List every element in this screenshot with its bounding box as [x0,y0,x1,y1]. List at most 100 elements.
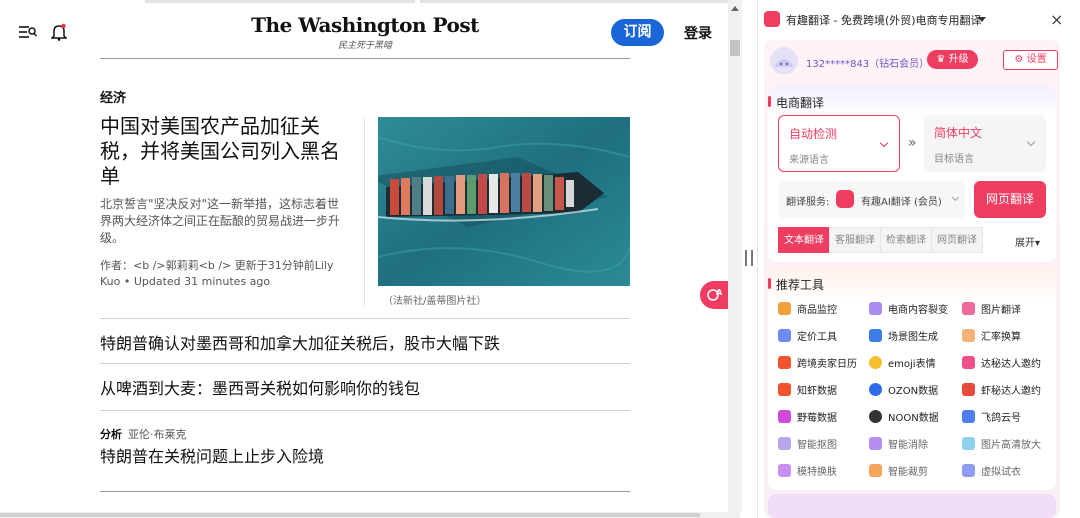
image-upscale-icon [962,436,975,450]
scroll-up-arrow-icon[interactable] [731,6,739,11]
target-language-label: 目标语言 [934,154,974,165]
tool-label: 定价工具 [797,331,837,343]
login-link[interactable]: 登录 [684,23,712,43]
tool-feige-cloud[interactable]: 飞鸽云号 [962,408,1021,424]
header-divider [100,58,630,59]
tool-scene-image[interactable]: 场景图生成 [869,327,938,343]
influencer-invite-icon [962,355,975,369]
tool-label: 智能消除 [888,439,928,451]
tool-label: 智能抠图 [797,439,837,451]
sections-menu-icon[interactable] [19,24,37,40]
tool-product-monitor[interactable]: 商品监控 [778,300,837,316]
user-account-id: 132*****843（钻石会员） [806,59,930,70]
smart-cutout-icon [778,436,791,450]
headline-stock-market[interactable]: 特朗普确认对墨西哥和加拿大加征关税后，股市大幅下跌 [100,330,500,354]
tool-model-skin[interactable]: 模特换肤 [778,462,837,478]
tool-image-upscale[interactable]: 图片高清放大 [962,435,1041,451]
tool-yemei-data[interactable]: 野莓数据 [778,408,837,424]
lead-image[interactable] [378,117,630,286]
headline-tariff-analysis[interactable]: 特朗普在关税问题上止步入险境 [100,443,324,467]
tool-smart-erase[interactable]: 智能消除 [869,435,928,451]
page-translate-button[interactable]: 网页翻译 [974,181,1046,218]
tool-xiami-influencer[interactable]: 虾秘达人邀约 [962,381,1041,397]
tool-label: 野莓数据 [797,412,837,424]
avatar[interactable] [770,47,798,75]
close-icon[interactable]: × [1050,10,1063,29]
virtual-tryon-icon [962,463,975,477]
analysis-author[interactable]: 亚伦·布莱克 [128,428,187,441]
ozon-data-icon [869,382,882,396]
service-label: 翻译服务: [786,197,830,208]
tool-image-translate[interactable]: 图片翻译 [962,300,1021,316]
page-scrollbar[interactable] [728,0,742,512]
tool-label: 场景图生成 [888,331,938,343]
tab-search-translate[interactable]: 检索翻译 [880,227,932,253]
chevron-down-icon[interactable] [978,17,986,22]
tab-support-translate[interactable]: 客服翻译 [829,227,881,253]
subscribe-button[interactable]: 订阅 [611,19,664,46]
chevron-down-icon [879,138,889,148]
image-translate-icon [962,301,975,315]
tool-label: 虾秘达人邀约 [981,385,1041,397]
tool-ozon-data[interactable]: OZON数据 [869,381,938,397]
expand-toggle[interactable]: 展开▾ [1015,234,1040,249]
tool-label: 商品监控 [797,304,837,316]
tool-noon-data[interactable]: NOON数据 [869,408,939,424]
upgrade-label: 升级 [948,54,969,65]
target-language-value: 简体中文 [934,126,983,140]
floating-translate-button[interactable]: A [700,281,728,309]
source-language-select[interactable]: 自动检测 来源语言 [778,115,900,172]
language-arrow-icon[interactable]: » [908,135,917,151]
tool-label: 电商内容裂变 [888,304,948,316]
tool-label: emoji表情 [888,358,936,370]
target-language-select[interactable]: 简体中文 目标语言 [924,115,1046,172]
story-divider [100,491,630,492]
tool-pricing-tool[interactable]: 定价工具 [778,327,837,343]
tool-virtual-tryon[interactable]: 虚拟试衣 [962,462,1021,478]
smart-crop-icon [869,463,882,477]
tool-label: 达秘达人邀约 [981,358,1041,370]
notifications-bell-icon[interactable] [51,23,67,41]
chevron-down-icon [951,193,960,202]
ai-service-icon [836,190,854,208]
tool-exchange-rate[interactable]: 汇率换算 [962,327,1021,343]
chevron-down-icon [1026,137,1036,147]
story-divider [100,410,630,411]
page-scrollbar-thumb[interactable] [730,40,740,56]
tab-web-translate[interactable]: 网页翻译 [931,227,983,253]
panel-resize-handle[interactable] [745,250,753,266]
content-fission-icon [869,301,882,315]
tool-emoji[interactable]: emoji表情 [869,354,936,370]
settings-button[interactable]: ⚙ 设置 [1003,50,1058,70]
translate-icon: A [707,288,723,301]
upgrade-button[interactable]: ♛ 升级 [927,50,978,69]
site-logo[interactable]: The Washington Post [230,13,500,37]
tool-label: 飞鸽云号 [981,412,1021,424]
extension-logo-icon [764,11,780,27]
feige-cloud-icon [962,409,975,423]
translation-service-select[interactable]: 翻译服务: 有趣AI翻译 (会员) [778,181,966,218]
yemei-data-icon [778,409,791,423]
pricing-tool-icon [778,328,791,342]
product-monitor-icon [778,301,791,315]
story-divider [100,318,630,319]
tool-zhixia-data[interactable]: 知虾数据 [778,381,837,397]
horizontal-scrollbar-thumb[interactable] [0,513,700,517]
section-label[interactable]: 经济 [100,87,126,106]
analysis-label: 分析 [100,428,122,441]
tool-influencer-invite[interactable]: 达秘达人邀约 [962,354,1041,370]
tool-smart-cutout[interactable]: 智能抠图 [778,435,837,451]
extension-title[interactable]: 有趣翻译 - 免费跨境(外贸)电商专用翻译 [786,12,982,28]
tool-content-fission[interactable]: 电商内容裂变 [869,300,948,316]
tool-seller-calendar[interactable]: 跨境卖家日历 [778,354,857,370]
site-header: The Washington Post 民主死于黑暗 订阅 登录 [0,0,728,58]
translator-side-panel: 有趣翻译 - 免费跨境(外贸)电商专用翻译 × 132*****843（钻石会员… [757,0,1080,518]
headline-beer-barley[interactable]: 从啤酒到大麦：墨西哥关税如何影响你的钱包 [100,375,420,399]
tool-label: 图片高清放大 [981,439,1041,451]
lead-headline[interactable]: 中国对美国农产品加征关税，并将美国公司列入黑名单 [100,114,358,189]
emoji-icon [869,355,882,369]
ecommerce-title: 电商翻译 [767,96,825,110]
tool-smart-crop[interactable]: 智能裁剪 [869,462,928,478]
extension-header: 有趣翻译 - 免费跨境(外贸)电商专用翻译 × [758,0,1080,40]
tab-text-translate[interactable]: 文本翻译 [778,227,830,253]
